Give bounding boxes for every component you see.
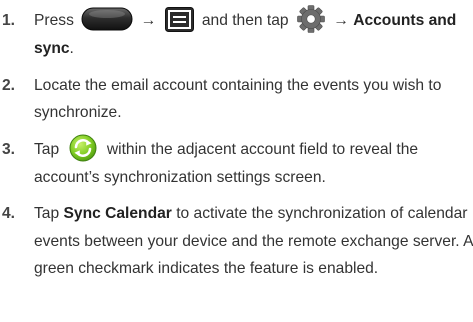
cropped-previous-line — [0, 0, 473, 4]
step-number: 4. — [2, 205, 16, 222]
step-number: 1. — [2, 12, 16, 29]
step-text: Locate the email account containing the … — [34, 76, 442, 122]
home-key-icon — [81, 7, 133, 31]
accounts-and-sync-label: Accounts and — [353, 12, 457, 30]
step-number: 3. — [2, 140, 16, 158]
step-2: 2. Locate the email account containing t… — [0, 72, 473, 127]
arrow-1: → — [140, 12, 157, 30]
step-text: Tap — [34, 140, 60, 158]
step-3: 3. Tap within the adjacent account field… — [0, 134, 473, 192]
instruction-steps: 1. Press → and then tap → Accounts and s… — [0, 5, 473, 292]
period: . — [69, 40, 74, 57]
gear-icon — [297, 5, 325, 33]
menu-key-icon — [164, 6, 194, 32]
sync-icon — [69, 134, 97, 162]
step-text: and then tap — [201, 12, 289, 30]
step-4: 4. Tap Sync Calendar to activate the syn… — [0, 200, 473, 283]
step-text: Tap — [34, 205, 60, 222]
step-text: Press — [34, 12, 74, 30]
step-1: 1. Press → and then tap → Accounts and s… — [0, 5, 473, 63]
sync-label: sync — [34, 40, 70, 57]
arrow-2: → — [333, 12, 349, 30]
sync-calendar-label: Sync Calendar — [63, 205, 172, 222]
step-number: 2. — [2, 76, 16, 94]
